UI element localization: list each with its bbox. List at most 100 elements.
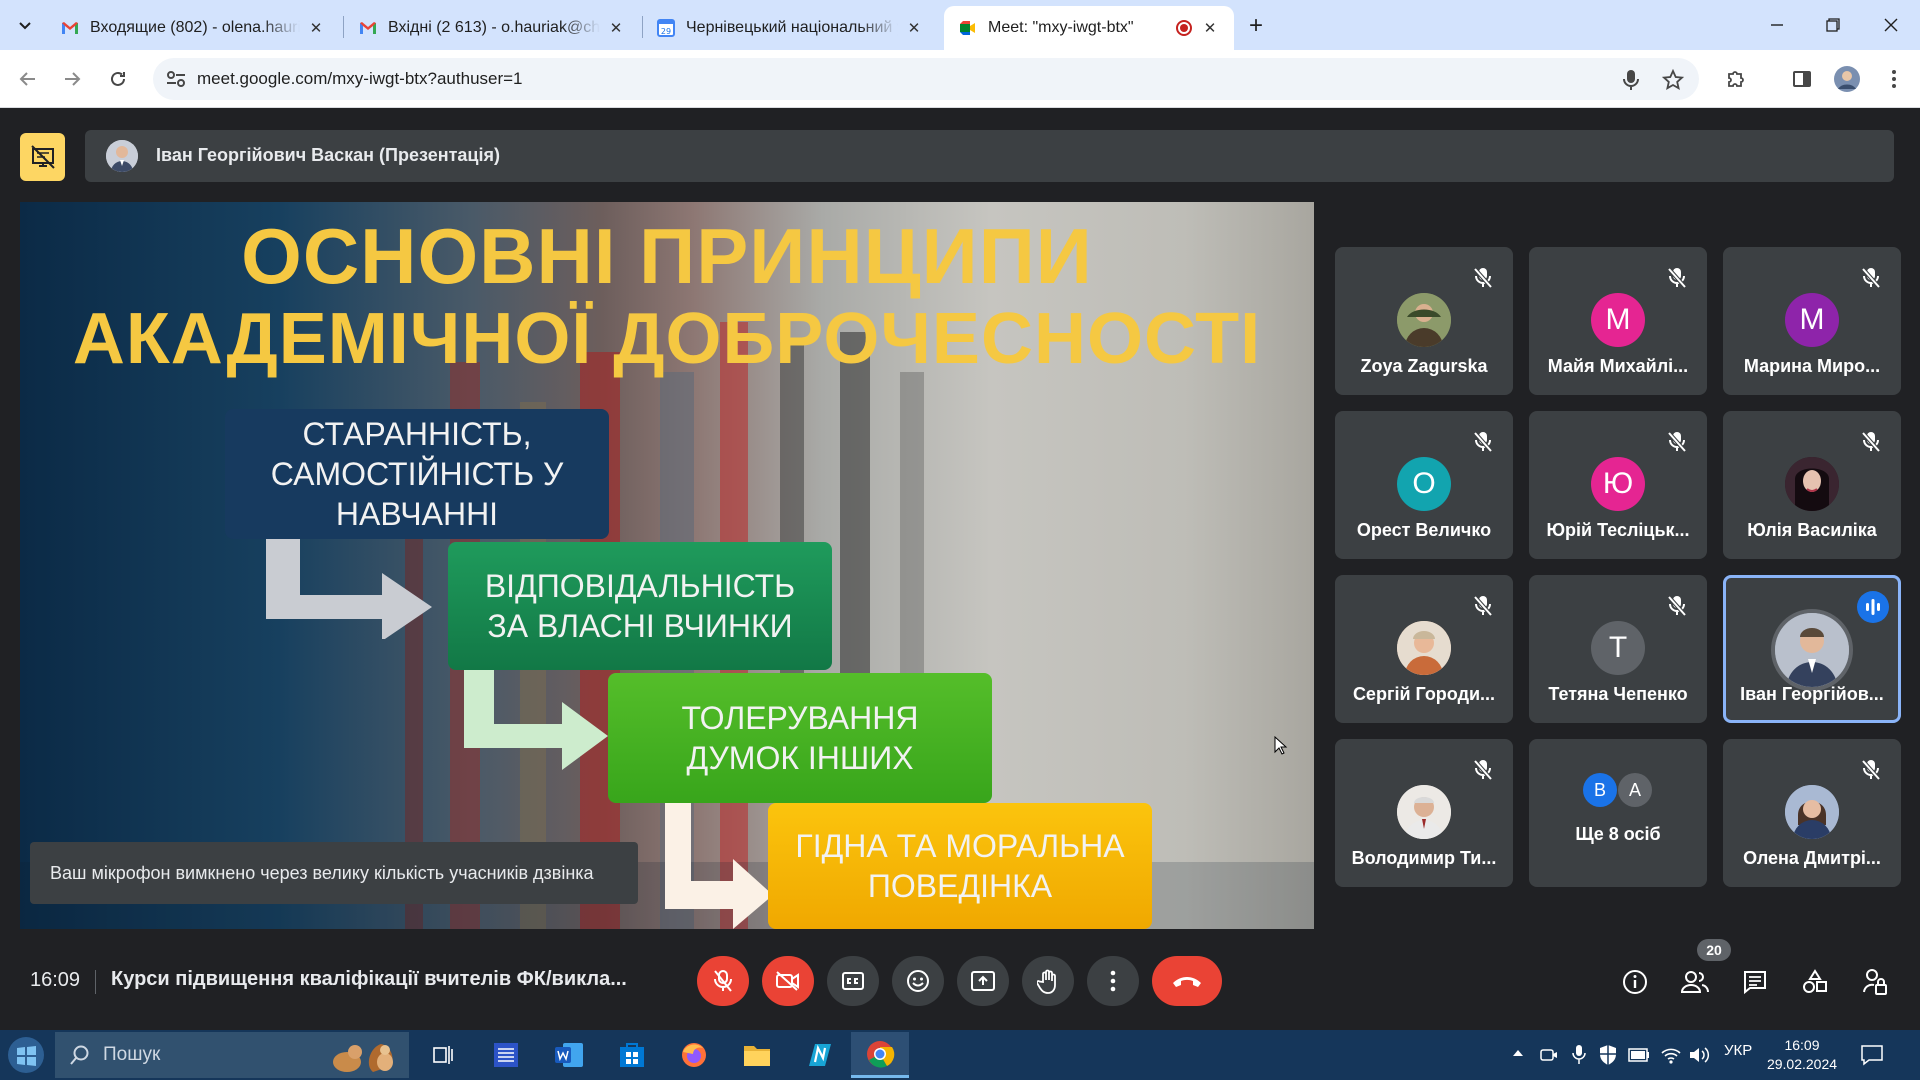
start-button[interactable] <box>6 1035 46 1075</box>
tab-calendar[interactable]: 29 Чернівецький національний у ✕ <box>642 6 938 50</box>
notifications-icon[interactable] <box>1860 1044 1884 1066</box>
back-button[interactable] <box>14 65 42 93</box>
bookmark-button[interactable] <box>1661 68 1685 92</box>
mic-off-icon <box>1473 431 1493 453</box>
reload-button[interactable] <box>104 65 132 93</box>
camera-tray-icon[interactable] <box>1539 1045 1559 1065</box>
participant-name: Володимир Ти... <box>1351 848 1497 868</box>
avatar: В <box>1583 773 1617 807</box>
url-text[interactable]: meet.google.com/mxy-iwgt-btx?authuser=1 <box>197 69 523 89</box>
taskbar-app-word[interactable] <box>549 1035 589 1075</box>
taskbar-app-explorer[interactable] <box>737 1035 777 1075</box>
chevron-down-icon <box>19 22 31 30</box>
chat-icon <box>1744 971 1766 995</box>
voice-search-button[interactable] <box>1619 68 1643 92</box>
participant-name: Марина Миро... <box>1743 356 1881 376</box>
arrow-right-icon <box>65 72 81 86</box>
extensions-button[interactable] <box>1722 65 1750 93</box>
leave-call-button[interactable] <box>1152 956 1222 1006</box>
people-button[interactable] <box>1675 962 1715 1002</box>
participant-tile[interactable]: Олена Дмитрі... <box>1723 739 1901 887</box>
taskbar-app-unknown[interactable] <box>800 1035 840 1075</box>
close-icon[interactable]: ✕ <box>306 18 326 38</box>
shield-icon[interactable] <box>1598 1044 1618 1066</box>
more-options-button[interactable] <box>1087 956 1139 1006</box>
restore-button[interactable] <box>1810 8 1856 42</box>
gmail-icon <box>360 22 376 34</box>
taskbar-search-box[interactable]: Пошук <box>55 1032 409 1078</box>
present-screen-button[interactable] <box>957 956 1009 1006</box>
participant-tile[interactable]: Сергій Городи... <box>1335 575 1513 723</box>
battery-icon[interactable] <box>1628 1048 1650 1062</box>
meeting-details-button[interactable] <box>1615 962 1655 1002</box>
participant-tile[interactable]: О Орест Величко <box>1335 411 1513 559</box>
tab-meet[interactable]: Meet: "mxy-iwgt-btx" ✕ <box>944 6 1234 50</box>
person-photo-icon <box>106 140 138 172</box>
reactions-button[interactable] <box>892 956 944 1006</box>
lock-person-icon <box>1863 969 1887 995</box>
new-tab-button[interactable]: + <box>1242 12 1270 40</box>
host-controls-button[interactable] <box>1855 962 1895 1002</box>
people-count-badge: 20 <box>1697 939 1731 961</box>
meeting-title[interactable]: Курси підвищення кваліфікації вчителів Ф… <box>111 968 627 991</box>
close-icon[interactable]: ✕ <box>606 18 626 38</box>
participant-tile[interactable]: М Майя Михайлі... <box>1529 247 1707 395</box>
taskbar-app-store[interactable] <box>612 1035 652 1075</box>
address-bar[interactable]: meet.google.com/mxy-iwgt-btx?authuser=1 <box>153 58 1699 100</box>
participant-tile[interactable]: Zoya Zagurska <box>1335 247 1513 395</box>
mic-off-icon <box>1667 431 1687 453</box>
participant-tile-speaking[interactable]: Іван Георгійов... <box>1723 575 1901 723</box>
search-placeholder: Пошук <box>103 1044 161 1065</box>
profile-button[interactable] <box>1833 65 1861 93</box>
participant-tile[interactable]: Юлія Василіка <box>1723 411 1901 559</box>
meeting-clock: 16:09 <box>30 969 81 991</box>
taskbar-app-firefox[interactable] <box>674 1035 714 1075</box>
captions-button[interactable] <box>827 956 879 1006</box>
close-window-button[interactable] <box>1868 8 1914 42</box>
presenter-name: Іван Георгійович Васкан (Презентація) <box>156 145 500 165</box>
microphone-tray-icon[interactable] <box>1571 1044 1587 1066</box>
participant-tile[interactable]: Володимир Ти... <box>1335 739 1513 887</box>
tab-search-button[interactable] <box>10 10 40 40</box>
chrome-menu-button[interactable] <box>1880 65 1908 93</box>
wifi-icon[interactable] <box>1660 1045 1682 1065</box>
mic-off-icon <box>1473 267 1493 289</box>
participant-tile[interactable]: М Марина Миро... <box>1723 247 1901 395</box>
gmail-icon <box>62 22 78 34</box>
close-icon[interactable]: ✕ <box>904 18 924 38</box>
task-view-button[interactable] <box>423 1035 463 1075</box>
taskbar-app-notes[interactable] <box>486 1035 526 1075</box>
camera-toggle-button[interactable] <box>762 956 814 1006</box>
taskbar-app-chrome-active[interactable] <box>851 1032 909 1078</box>
close-icon[interactable]: ✕ <box>1200 18 1220 38</box>
side-panel-button[interactable] <box>1788 65 1816 93</box>
activities-button[interactable] <box>1795 962 1835 1002</box>
system-clock[interactable]: 16:09 29.02.2024 <box>1760 1036 1844 1074</box>
chevron-up-icon[interactable] <box>1512 1048 1524 1058</box>
chat-button[interactable] <box>1735 962 1775 1002</box>
site-settings-icon[interactable] <box>165 69 187 89</box>
star-icon <box>1662 69 1684 90</box>
tab-gmail-2[interactable]: Вхідні (2 613) - o.hauriak@chnu ✕ <box>344 6 640 50</box>
raise-hand-button[interactable] <box>1022 956 1074 1006</box>
mic-off-icon <box>1667 267 1687 289</box>
minimize-button[interactable] <box>1754 8 1800 42</box>
forward-button[interactable] <box>58 65 86 93</box>
participant-tile[interactable]: Т Тетяна Чепенко <box>1529 575 1707 723</box>
avatar <box>1785 457 1839 511</box>
flow-arrow-icon <box>665 803 773 929</box>
volume-icon[interactable] <box>1688 1045 1710 1065</box>
principle-text: ТОЛЕРУВАННЯ <box>681 700 919 736</box>
more-participants-tile[interactable]: В А Ще 8 осіб <box>1529 739 1707 887</box>
principle-text: НАВЧАННІ <box>335 496 499 532</box>
principle-text: СТАРАННІСТЬ, <box>302 416 532 452</box>
microphone-toggle-button[interactable] <box>697 956 749 1006</box>
tab-gmail-1[interactable]: Входящие (802) - olena.hauriak ✕ <box>46 6 340 50</box>
tab-title: Вхідні (2 613) - o.hauriak@chnu <box>388 19 600 36</box>
presentation-toggle-button[interactable] <box>20 133 65 181</box>
svg-text:29: 29 <box>661 27 671 36</box>
input-language[interactable]: УКР <box>1724 1042 1752 1059</box>
participant-tile[interactable]: Ю Юрій Тесліцьк... <box>1529 411 1707 559</box>
hand-icon <box>1037 969 1056 994</box>
chrome-icon <box>867 1040 895 1068</box>
